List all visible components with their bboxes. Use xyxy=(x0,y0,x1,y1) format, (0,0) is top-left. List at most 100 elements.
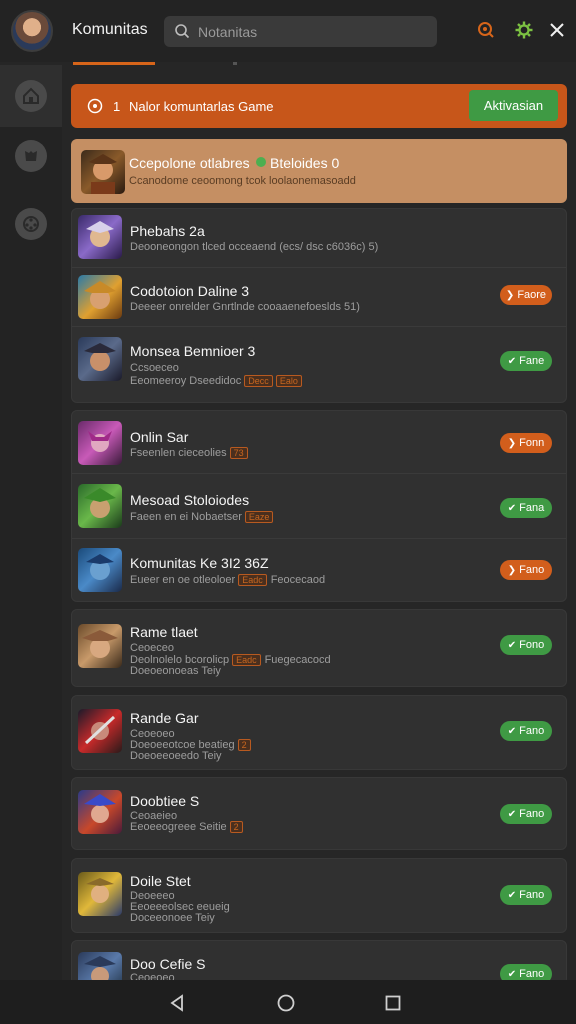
featured-community[interactable]: Ccepolone otlabres Bteloides 0 Ccanodome… xyxy=(71,139,567,203)
community-title: Rame tlaet xyxy=(130,624,198,640)
follow-label: Fano xyxy=(519,808,545,820)
follow-button[interactable]: ✔ Fane xyxy=(500,351,552,371)
check-icon: ✔ xyxy=(507,968,517,980)
list-item[interactable]: Doile Stet Deoeeeo Eeoeeeolsec eeueig Do… xyxy=(72,859,566,932)
community-thumbnail xyxy=(78,484,122,528)
community-subtitle: Fseenlen cieceolies 73 xyxy=(130,447,248,459)
list-item[interactable]: Codotoion Daline 3 Deeeer onrelder Gnrtl… xyxy=(72,268,566,326)
tag-badge: 2 xyxy=(229,821,243,833)
community-card-group: Rame tlaet Ceoeceo Deolnolelo bcorolicp E… xyxy=(71,609,567,687)
community-card-group: Doobtiee S Ceoaeieo Eeoeeogreee Seitie 2 … xyxy=(71,777,567,850)
check-icon: ✔ xyxy=(507,639,517,651)
tag-badge: Eadc xyxy=(232,654,261,666)
community-title: Rande Gar xyxy=(130,710,199,726)
community-meta-text: Feocecaod xyxy=(270,574,326,586)
community-subtitle-text: Fseenlen cieceolies xyxy=(130,447,227,459)
follow-button[interactable]: ❯ Fonn xyxy=(500,433,552,453)
list-item[interactable]: Doobtiee S Ceoaeieo Eeoeeogreee Seitie 2 … xyxy=(72,778,566,849)
rail-item-games[interactable] xyxy=(0,193,62,255)
search-input[interactable] xyxy=(198,16,428,47)
community-title: Doobtiee S xyxy=(130,793,200,809)
community-subtitle: Faeen en ei Nobaetser Eaze xyxy=(130,511,274,523)
activation-banner: 1 Nalor komuntarlas Game Aktivasian xyxy=(71,84,567,128)
community-subtitle-text: Faeen en ei Nobaetser xyxy=(130,511,242,523)
follow-label: Fana xyxy=(519,502,545,514)
follow-button[interactable]: ✔ Fano xyxy=(500,804,552,824)
community-thumbnail xyxy=(78,790,122,834)
list-item[interactable]: Phebahs 2a Deooneongon tlced occeaend (e… xyxy=(72,209,566,267)
community-meta-text: Fuegecacocd xyxy=(264,654,331,666)
community-title: Mesoad Stoloiodes xyxy=(130,492,250,508)
tag-badge: Eaze xyxy=(244,511,274,523)
list-item[interactable]: Mesoad Stoloiodes Faeen en ei Nobaetser E… xyxy=(72,474,566,538)
tab-indicator xyxy=(73,62,155,65)
community-title: Monsea Bemnioer 3 xyxy=(130,343,256,359)
community-icon xyxy=(15,140,47,172)
tab-indicator-secondary xyxy=(233,62,237,65)
community-subtitle: Ccsoeceo xyxy=(130,362,179,374)
list-item[interactable]: Komunitas Ke 3I2 36Z Eueer en oe otleolo… xyxy=(72,539,566,601)
back-icon[interactable] xyxy=(166,992,188,1014)
community-thumbnail xyxy=(78,624,122,668)
avatar[interactable] xyxy=(11,10,53,52)
tag-badge: Eadc xyxy=(238,574,267,586)
follow-label: Fono xyxy=(519,639,545,651)
list-item[interactable]: Monsea Bemnioer 3 Ccsoeceo Eeomeeroy Dse… xyxy=(72,327,566,403)
community-thumbnail xyxy=(78,275,122,319)
side-rail xyxy=(0,65,62,980)
activate-button[interactable]: Aktivasian xyxy=(469,90,558,121)
check-icon: ❯ xyxy=(507,564,517,576)
follow-button[interactable]: ❯ Faore xyxy=(500,285,552,305)
community-subtitle: Eueer en oe otleoloer Eadc Feocecaod xyxy=(130,574,325,586)
settings-icon[interactable] xyxy=(513,19,535,41)
list-item[interactable]: Rame tlaet Ceoeceo Deolnolelo bcorolicp E… xyxy=(72,610,566,686)
community-title: Phebahs 2a xyxy=(130,223,205,239)
rail-item-community[interactable] xyxy=(0,125,62,187)
top-app-bar: Komunitas xyxy=(0,0,576,62)
community-subtitle: Deooneongon tlced occeaend (ecs/ dsc c60… xyxy=(130,241,379,253)
check-icon: ✔ xyxy=(507,502,517,514)
follow-button[interactable]: ✔ Fano xyxy=(500,885,552,905)
community-card-group: Onlin Sar Fseenlen cieceolies 73 ❯ Fonn Me… xyxy=(71,410,567,602)
community-meta: Doceeonoee Teiy xyxy=(130,912,215,924)
community-meta: Doeoeonoeas Teiy xyxy=(130,665,221,677)
follow-button[interactable]: ✔ Fana xyxy=(500,498,552,518)
community-thumbnail xyxy=(78,421,122,465)
home-circle-icon[interactable] xyxy=(275,992,297,1014)
close-icon[interactable] xyxy=(546,19,568,41)
community-card-group: Doo Cefie S Ceoeoeo ✔ Fano xyxy=(71,940,567,996)
follow-label: Faore xyxy=(517,289,547,301)
search-box[interactable] xyxy=(164,16,437,47)
featured-thumbnail xyxy=(81,150,125,194)
home-icon xyxy=(15,80,47,112)
community-meta: Eeomeeroy Dseedidoc Decc Ealo xyxy=(130,375,302,387)
list-item[interactable]: Doo Cefie S Ceoeoeo ✔ Fano xyxy=(72,941,566,996)
verified-badge xyxy=(256,157,266,167)
community-subtitle-text: Eueer en oe otleoloer xyxy=(130,574,236,586)
list-item[interactable]: Rande Gar Ceoeoeo Doeoeeotcoe beatieg 2 D… xyxy=(72,696,566,769)
search-icon xyxy=(175,24,190,39)
follow-label: Fano xyxy=(519,564,545,576)
follow-button[interactable]: ✔ Fono xyxy=(500,635,552,655)
community-title: Komunitas Ke 3I2 36Z xyxy=(130,555,269,571)
follow-button[interactable]: ✔ Fano xyxy=(500,721,552,741)
rail-item-home[interactable] xyxy=(0,65,62,127)
community-thumbnail xyxy=(78,709,122,753)
recents-icon[interactable] xyxy=(382,992,404,1014)
follow-button[interactable]: ❯ Fano xyxy=(500,560,552,580)
community-title: Doile Stet xyxy=(130,873,191,889)
community-subtitle: Ceoeceo xyxy=(130,642,175,654)
notification-icon[interactable] xyxy=(475,19,497,41)
community-thumbnail xyxy=(78,548,122,592)
community-meta-text: Eeomeeroy Dseedidoc xyxy=(130,375,242,387)
follow-label: Fane xyxy=(519,355,545,367)
check-icon: ✔ xyxy=(507,889,517,901)
featured-title-suffix: Bteloides 0 xyxy=(270,155,340,171)
list-item[interactable]: Onlin Sar Fseenlen cieceolies 73 ❯ Fonn xyxy=(72,411,566,473)
check-icon: ✔ xyxy=(507,808,517,820)
tag-badge: 73 xyxy=(229,447,248,459)
community-subtitle: Deeeer onrelder Gnrtlnde cooaaenefoeslds… xyxy=(130,301,360,313)
page-title: Komunitas xyxy=(72,21,148,38)
community-card-group: Rande Gar Ceoeoeo Doeoeeotcoe beatieg 2 D… xyxy=(71,695,567,770)
community-thumbnail xyxy=(78,215,122,259)
